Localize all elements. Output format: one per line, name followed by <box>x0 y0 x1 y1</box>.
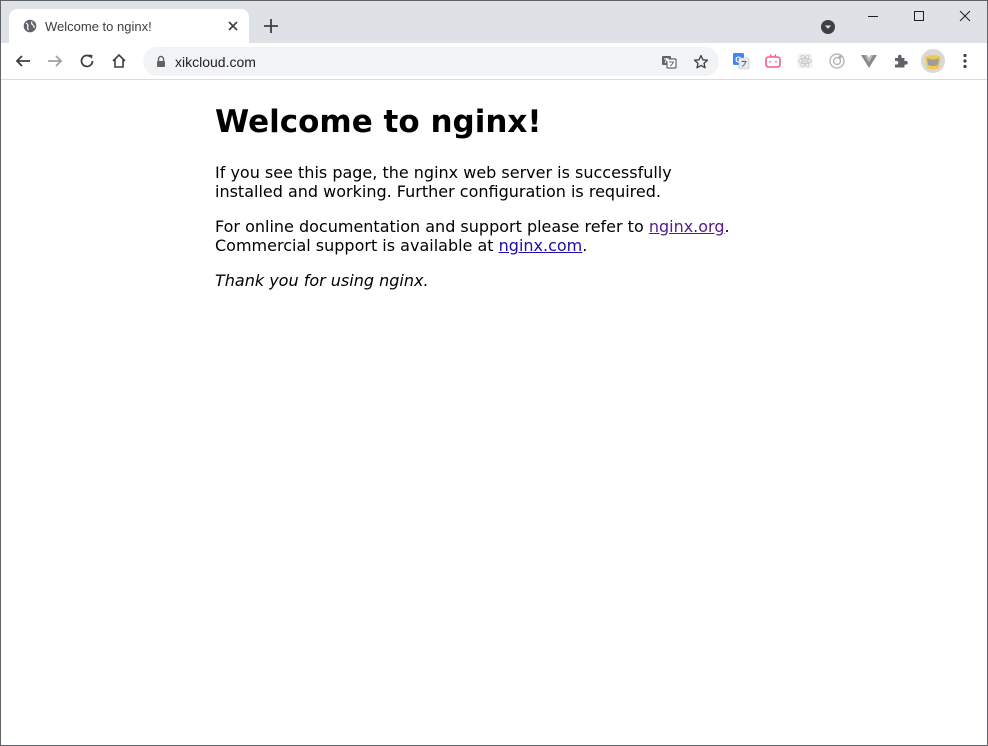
google-translate-icon[interactable]: G <box>731 51 751 71</box>
vue-devtools-icon[interactable] <box>859 51 879 71</box>
docs-period: . <box>724 217 730 236</box>
browser-window: Welcome to nginx! xikcloud.com G Welcome… <box>0 0 988 746</box>
nginx-com-link[interactable]: nginx.com <box>499 236 583 255</box>
tab-strip: Welcome to nginx! <box>1 1 987 43</box>
circle-target-icon[interactable] <box>827 51 847 71</box>
docs-text: For online documentation and support ple… <box>215 217 649 236</box>
puzzle-extensions-icon[interactable] <box>891 51 911 71</box>
globe-icon <box>23 19 37 33</box>
url-text[interactable]: xikcloud.com <box>175 54 256 70</box>
forward-arrow-icon <box>48 55 63 67</box>
plus-icon <box>264 19 278 33</box>
page-viewport: Welcome to nginx! If you see this page, … <box>1 81 987 745</box>
maximize-icon <box>914 11 924 21</box>
back-button[interactable] <box>11 49 35 73</box>
commercial-support-text: Commercial support is available at <box>215 236 499 255</box>
support-paragraph: For online documentation and support ple… <box>215 217 735 255</box>
kebab-menu-icon[interactable] <box>955 51 975 71</box>
lock-icon[interactable] <box>155 55 167 68</box>
tab-title: Welcome to nginx! <box>45 19 152 34</box>
commercial-period: . <box>582 236 588 255</box>
tab-search-button[interactable] <box>818 17 838 37</box>
close-tab-icon[interactable] <box>225 18 241 34</box>
new-tab-button[interactable] <box>261 16 281 36</box>
close-window-button[interactable] <box>942 1 987 31</box>
profile-avatar[interactable] <box>921 49 945 73</box>
minimize-button[interactable] <box>850 1 896 31</box>
close-icon <box>959 10 971 22</box>
forward-button[interactable] <box>43 49 67 73</box>
install-message: If you see this page, the nginx web serv… <box>215 163 672 201</box>
chevron-down-circle-icon <box>821 20 835 34</box>
bookmark-star-icon[interactable] <box>691 52 711 72</box>
minimize-icon <box>868 16 878 17</box>
browser-toolbar: xikcloud.com G <box>1 43 987 80</box>
reload-icon <box>80 54 94 68</box>
address-bar[interactable]: xikcloud.com <box>143 47 719 76</box>
nginx-welcome-page: Welcome to nginx! If you see this page, … <box>215 81 735 290</box>
translate-icon[interactable] <box>659 52 679 72</box>
home-button[interactable] <box>107 49 131 73</box>
nginx-org-link[interactable]: nginx.org <box>649 217 725 236</box>
thank-you-message: Thank you for using nginx. <box>215 271 429 290</box>
react-devtools-icon[interactable] <box>795 51 815 71</box>
maximize-button[interactable] <box>896 1 942 31</box>
svg-text:G: G <box>735 56 741 65</box>
home-icon <box>112 53 126 68</box>
back-arrow-icon <box>15 55 30 67</box>
tab-welcome-to-nginx[interactable]: Welcome to nginx! <box>9 9 249 43</box>
bilibili-tv-icon[interactable] <box>763 51 783 71</box>
reload-button[interactable] <box>75 49 99 73</box>
page-title: Welcome to nginx! <box>215 104 542 140</box>
